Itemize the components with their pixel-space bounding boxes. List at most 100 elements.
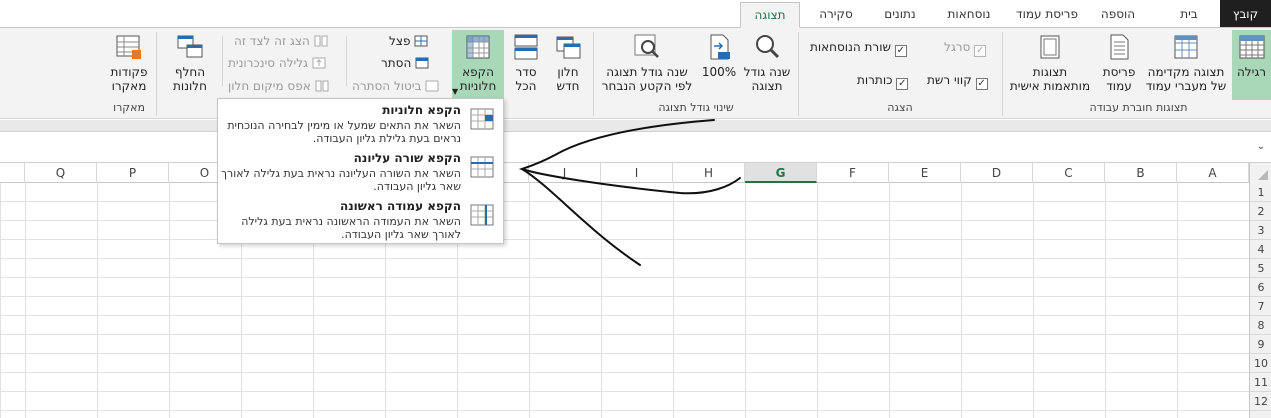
page-break-preview-button[interactable]: תצוגה מקדימה של מעברי עמוד [1144, 30, 1228, 100]
tab-formulas[interactable]: נוסחאות [937, 2, 1001, 28]
tab-page-layout[interactable]: פריסת עמוד [1011, 2, 1083, 28]
zoom-button[interactable]: שנה גודל תצוגה [740, 30, 794, 100]
page-break-preview-label2: של מעברי עמוד [1145, 79, 1227, 93]
split-icon [414, 35, 428, 47]
row-header[interactable]: 7 [1250, 297, 1271, 316]
arrange-all-label1: סדר [515, 65, 537, 79]
row-header[interactable]: 3 [1250, 221, 1271, 240]
freeze-panes-option[interactable]: הקפא חלוניות השאר את התאים שמעל או מימין… [218, 101, 503, 149]
zoom-group-label: שינוי גודל תצוגה [658, 101, 734, 114]
group-separator [156, 32, 157, 116]
row-header[interactable]: 5 [1250, 259, 1271, 278]
row-header[interactable]: 12 [1250, 392, 1271, 411]
headings-checkbox[interactable]: כותרות ✓ [857, 71, 909, 90]
grid-row-line [0, 258, 1249, 259]
zoom-to-selection-button[interactable]: שנה גודל תצוגה לפי הקטע הנבחר [596, 30, 698, 100]
tab-data[interactable]: נתונים [872, 2, 928, 28]
tab-home[interactable]: בית [1163, 2, 1215, 28]
zoom-selection-label1: שנה גודל תצוגה [606, 65, 688, 79]
grid-row-line [0, 277, 1249, 278]
column-header[interactable]: C [1033, 163, 1105, 183]
column-header[interactable]: A [1177, 163, 1249, 183]
new-window-button[interactable]: חלון חדש [546, 30, 590, 100]
show-group-label: הצגה [887, 101, 913, 114]
group-separator [593, 32, 594, 116]
tab-review[interactable]: סקירה [808, 2, 864, 28]
row-header[interactable]: 2 [1250, 202, 1271, 221]
column-header[interactable]: I [601, 163, 673, 183]
sync-scroll-button[interactable]: גלילה סינכרונית [228, 54, 326, 72]
hide-window-button[interactable]: הסתר [381, 54, 429, 72]
formula-bar[interactable]: ⌄ [0, 132, 1271, 163]
normal-view-label: רגילה [1236, 65, 1267, 79]
select-all-button[interactable] [1249, 163, 1271, 183]
grid-column-line [673, 183, 674, 418]
tab-file[interactable]: קובץ [1220, 0, 1271, 28]
grid-column-line [1105, 183, 1106, 418]
column-header[interactable]: B [1105, 163, 1177, 183]
column-header[interactable] [0, 163, 25, 183]
column-header[interactable]: G [745, 163, 817, 183]
freeze-panes-button[interactable]: הקפא חלוניות ▼ [452, 30, 504, 100]
normal-view-button[interactable]: רגילה [1232, 30, 1271, 100]
column-header[interactable]: P [97, 163, 169, 183]
row-header[interactable]: 10 [1250, 354, 1271, 373]
page-break-preview-label1: תצוגה מקדימה [1147, 65, 1225, 79]
grid-column-line [889, 183, 890, 418]
reset-window-position-button[interactable]: אפס מיקום חלון [228, 77, 329, 95]
column-header[interactable]: Q [25, 163, 97, 183]
ruler-checkbox[interactable]: סרגל ✓ [944, 38, 987, 57]
freeze-panes-option-title: הקפא חלוניות [382, 103, 461, 117]
formula-bar-checkbox[interactable]: שורת הנוסחאות ✓ [810, 38, 907, 57]
row-header[interactable]: 1 [1250, 183, 1271, 202]
expand-formula-bar-icon[interactable]: ⌄ [1257, 141, 1265, 152]
group-separator [222, 36, 223, 86]
row-header[interactable]: 11 [1250, 373, 1271, 392]
view-side-by-side-button[interactable]: הצג זה לצד זה [234, 32, 328, 50]
page-layout-button[interactable]: פריסת עמוד [1096, 30, 1142, 100]
column-header[interactable]: H [673, 163, 745, 183]
macros-label1: פקודות [110, 65, 148, 79]
page-break-preview-icon [1174, 35, 1198, 59]
custom-views-button[interactable]: תצוגות מותאמות אישית [1006, 30, 1094, 100]
tab-view[interactable]: תצוגה [740, 2, 800, 28]
reset-window-position-label: אפס מיקום חלון [228, 79, 311, 93]
column-headers: ABCDEFGHIJOPQ [0, 163, 1271, 183]
column-header[interactable]: F [817, 163, 889, 183]
unhide-window-button[interactable]: ביטול הסתרה [352, 77, 439, 95]
macros-group-label: מאקרו [113, 101, 145, 114]
new-window-label2: חדש [556, 79, 580, 93]
hide-window-label: הסתר [381, 56, 412, 70]
zoom-label2: תצוגה [751, 79, 783, 93]
tab-insert[interactable]: הוספה [1088, 2, 1148, 28]
split-button[interactable]: פצל [389, 32, 428, 50]
arrange-all-button[interactable]: סדר הכל [508, 30, 544, 100]
freeze-top-row-option[interactable]: הקפא שורה עליונה השאר את השורה העליונה נ… [218, 149, 503, 197]
row-header[interactable]: 6 [1250, 278, 1271, 297]
grid-column-line [601, 183, 602, 418]
row-header[interactable]: 9 [1250, 335, 1271, 354]
macros-button[interactable]: פקודות מאקרו [104, 30, 154, 100]
select-all-icon [1258, 170, 1268, 180]
worksheet-grid[interactable]: ABCDEFGHIJOPQ 1 2 3 4 5 6 7 8 9 10 11 12 [0, 163, 1271, 418]
column-header[interactable]: J [529, 163, 601, 183]
formula-bar-check-icon: ✓ [894, 45, 907, 57]
row-header[interactable]: 8 [1250, 316, 1271, 335]
row-header[interactable]: 4 [1250, 240, 1271, 259]
magnifier-icon [756, 35, 780, 59]
split-label: פצל [389, 34, 411, 48]
zoom-100-button[interactable]: 100% [700, 30, 738, 100]
freeze-panes-icon [466, 35, 490, 59]
macros-icon [116, 35, 141, 59]
grid-row-line [0, 315, 1249, 316]
gridlines-checkbox[interactable]: קווי רשת ✓ [927, 71, 988, 90]
grid-column-line [1177, 183, 1178, 418]
page-layout-icon [1110, 34, 1129, 60]
grid-row-line [0, 296, 1249, 297]
freeze-first-column-option[interactable]: הקפא עמודה ראשונה השאר את העמודה הראשונה… [218, 197, 503, 245]
switch-windows-icon [177, 35, 203, 58]
formula-bar-area: ⌄ [0, 120, 1271, 163]
switch-windows-button[interactable]: החלף חלונות [162, 30, 218, 100]
column-header[interactable]: E [889, 163, 961, 183]
column-header[interactable]: D [961, 163, 1033, 183]
